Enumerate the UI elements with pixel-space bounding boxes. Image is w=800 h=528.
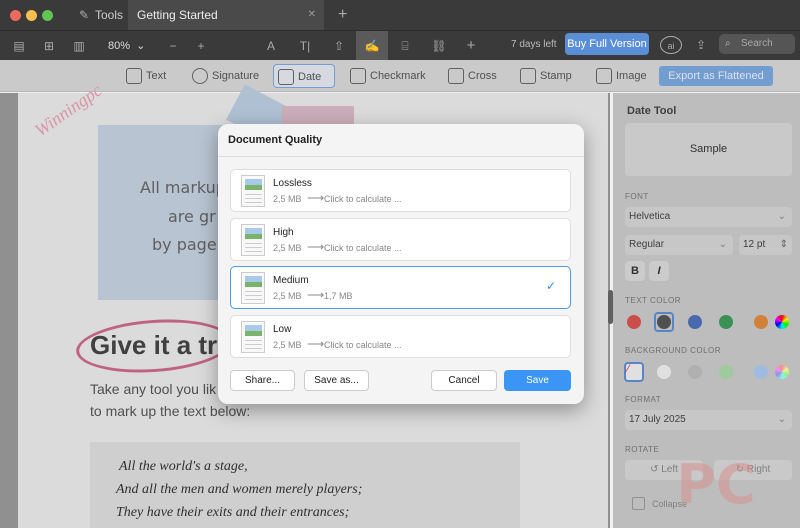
zoom-value: 80% bbox=[108, 40, 131, 52]
ai-assistant-button[interactable]: ai bbox=[660, 36, 682, 54]
zoom-dropdown[interactable]: 80% ⌄ bbox=[108, 36, 154, 56]
tab-tools-label: Tools bbox=[95, 8, 124, 22]
text-cursor-icon[interactable]: T| bbox=[296, 37, 314, 55]
tab-tools[interactable]: ✎ Tools bbox=[77, 0, 127, 30]
arrow-right-icon: ⟶ bbox=[307, 240, 325, 254]
title-bar: ✎ Tools Getting Started ✕ + bbox=[0, 0, 800, 30]
dialog-title: Document Quality bbox=[228, 134, 323, 146]
share-icon[interactable]: ⇪ bbox=[692, 36, 710, 54]
save-as-button[interactable]: Save as... bbox=[304, 370, 369, 391]
minimize-window-button[interactable] bbox=[26, 10, 37, 21]
text-box-icon[interactable]: A bbox=[262, 37, 280, 55]
arrow-right-icon: ⟶ bbox=[307, 288, 325, 302]
option-result[interactable]: Click to calculate ... bbox=[324, 194, 402, 204]
option-original-size: 2,5 MB bbox=[273, 194, 302, 204]
checkmark-icon: ✓ bbox=[545, 279, 556, 293]
add-button[interactable]: + bbox=[462, 37, 480, 55]
document-thumbnail-icon bbox=[241, 224, 265, 256]
option-name: Lossless bbox=[273, 178, 312, 189]
zoom-in-button[interactable]: + bbox=[192, 37, 210, 55]
sidebar-toggle-icon[interactable]: ▤ bbox=[10, 37, 28, 55]
document-thumbnail-icon bbox=[241, 175, 265, 207]
option-original-size: 2,5 MB bbox=[273, 291, 302, 301]
document-thumbnail-icon bbox=[241, 272, 265, 304]
tab-getting-started[interactable]: Getting Started ✕ bbox=[128, 0, 324, 30]
search-placeholder: Search bbox=[741, 38, 773, 49]
chevron-down-icon: ⌄ bbox=[136, 40, 146, 52]
document-thumbnail-icon bbox=[241, 321, 265, 353]
dialog-divider bbox=[218, 156, 584, 157]
close-tab-icon[interactable]: ✕ bbox=[308, 0, 316, 30]
save-button[interactable]: Save bbox=[504, 370, 571, 391]
option-name: High bbox=[273, 227, 294, 238]
arrow-right-icon: ⟶ bbox=[307, 337, 325, 351]
option-name: Low bbox=[273, 324, 292, 335]
tools-icon: ✎ bbox=[79, 8, 90, 22]
scan-icon[interactable]: ⌸ bbox=[396, 37, 414, 55]
share-upload-icon[interactable]: ⇧ bbox=[330, 37, 348, 55]
zoom-out-button[interactable]: − bbox=[164, 37, 182, 55]
quality-option-low[interactable]: Low 2,5 MB ⟶ Click to calculate ... bbox=[230, 315, 571, 358]
search-input[interactable]: ⌕ Search bbox=[719, 34, 795, 54]
cancel-button[interactable]: Cancel bbox=[431, 370, 497, 391]
option-result: 1,7 MB bbox=[324, 291, 353, 301]
zoom-window-button[interactable] bbox=[42, 10, 53, 21]
close-window-button[interactable] bbox=[10, 10, 21, 21]
option-result[interactable]: Click to calculate ... bbox=[324, 243, 402, 253]
tab-getting-started-label: Getting Started bbox=[137, 8, 218, 22]
quality-option-medium[interactable]: Medium 2,5 MB ⟶ 1,7 MB ✓ bbox=[230, 266, 571, 309]
document-quality-dialog: Document Quality Lossless 2,5 MB ⟶ Click… bbox=[218, 124, 584, 404]
new-tab-button[interactable]: + bbox=[338, 0, 347, 30]
option-original-size: 2,5 MB bbox=[273, 340, 302, 350]
thumbnails-icon[interactable]: ⊞ bbox=[40, 37, 58, 55]
buy-full-version-button[interactable]: Buy Full Version bbox=[565, 33, 649, 55]
search-icon: ⌕ bbox=[725, 38, 731, 49]
quality-option-high[interactable]: High 2,5 MB ⟶ Click to calculate ... bbox=[230, 218, 571, 261]
app-window: ✎ Tools Getting Started ✕ + ▤ ⊞ ▥ 80% ⌄ … bbox=[0, 0, 800, 528]
option-original-size: 2,5 MB bbox=[273, 243, 302, 253]
arrow-right-icon: ⟶ bbox=[307, 191, 325, 205]
share-button[interactable]: Share... bbox=[230, 370, 295, 391]
page-layout-icon[interactable]: ▥ bbox=[70, 37, 88, 55]
link-icon[interactable]: ⛓ bbox=[430, 37, 448, 55]
trial-days-text: 7 days left bbox=[511, 39, 557, 50]
option-result[interactable]: Click to calculate ... bbox=[324, 340, 402, 350]
fill-sign-icon[interactable]: ✍ bbox=[356, 31, 388, 61]
option-name: Medium bbox=[273, 275, 309, 286]
quality-option-lossless[interactable]: Lossless 2,5 MB ⟶ Click to calculate ... bbox=[230, 169, 571, 212]
